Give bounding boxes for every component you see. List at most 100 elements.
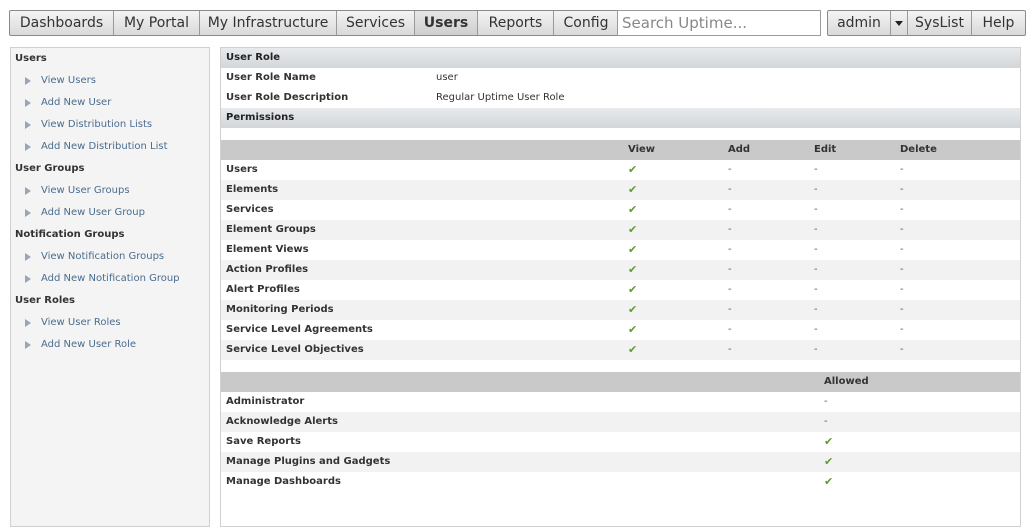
sidebar-item-view-user-groups[interactable]: View User Groups [11, 180, 209, 202]
permission-name: Service Level Objectives [226, 344, 364, 355]
arrow-right-icon [25, 143, 31, 151]
sidebar-item-add-new-user-group[interactable]: Add New User Group [11, 202, 209, 224]
tab-dashboards[interactable]: Dashboards [10, 11, 113, 35]
sidebar-item-view-distribution-lists[interactable]: View Distribution Lists [11, 114, 209, 136]
tab-my-portal[interactable]: My Portal [113, 11, 199, 35]
sidebar-item-view-users[interactable]: View Users [11, 70, 209, 92]
table-row: Monitoring Periods ✔ - - - [221, 300, 1020, 320]
privilege-name: Manage Plugins and Gadgets [226, 456, 391, 467]
permission-edit-value: - [814, 324, 818, 335]
column-view: View [628, 144, 656, 155]
tab-my-infrastructure[interactable]: My Infrastructure [199, 11, 336, 35]
permission-name: Element Groups [226, 224, 316, 235]
check-icon: ✔ [824, 455, 834, 468]
permission-add-value: - [728, 164, 732, 175]
sidebar-item-add-new-user[interactable]: Add New User [11, 92, 209, 114]
permission-delete-value: - [900, 284, 904, 295]
arrow-right-icon [25, 341, 31, 349]
arrow-right-icon [25, 99, 31, 107]
permission-add-value: - [728, 244, 732, 255]
check-icon: ✔ [628, 183, 638, 196]
table-row: Manage Plugins and Gadgets ✔ [221, 452, 1020, 472]
sidebar-item-add-new-user-role[interactable]: Add New User Role [11, 334, 209, 356]
permission-add-value: - [728, 304, 732, 315]
permission-edit-value: - [814, 204, 818, 215]
permission-delete-value: - [900, 164, 904, 175]
permission-add-value: - [728, 344, 732, 355]
user-menu-dropdown[interactable] [890, 11, 907, 35]
permission-name: Service Level Agreements [226, 324, 373, 335]
privilege-allowed-value: - [824, 396, 828, 407]
check-icon: ✔ [628, 303, 638, 316]
table-row: Action Profiles ✔ - - - [221, 260, 1020, 280]
tab-config[interactable]: Config [553, 11, 618, 35]
arrow-right-icon [25, 121, 31, 129]
sidebar-item-view-user-roles[interactable]: View User Roles [11, 312, 209, 334]
main-tab-bar: Dashboards My Portal My Infrastructure S… [9, 10, 619, 36]
arrow-right-icon [25, 275, 31, 283]
sidebar: Users View Users Add New User View Distr… [10, 47, 210, 527]
table-row: Service Level Objectives ✔ - - - [221, 340, 1020, 360]
user-role-description-value: Regular Uptime User Role [436, 92, 565, 103]
permissions-header: Permissions [221, 108, 1020, 128]
permission-add-value: - [728, 264, 732, 275]
user-role-name-value: user [436, 72, 458, 83]
column-allowed: Allowed [824, 376, 869, 387]
tab-reports[interactable]: Reports [477, 11, 553, 35]
syslist-button[interactable]: SysList [907, 11, 971, 35]
permission-delete-value: - [900, 224, 904, 235]
permission-delete-value: - [900, 304, 904, 315]
arrow-right-icon [25, 209, 31, 217]
sidebar-item-add-new-distribution-list[interactable]: Add New Distribution List [11, 136, 209, 158]
sidebar-item-view-notification-groups[interactable]: View Notification Groups [11, 246, 209, 268]
column-delete: Delete [900, 144, 937, 155]
table-row: Elements ✔ - - - [221, 180, 1020, 200]
help-button[interactable]: Help [971, 11, 1025, 35]
column-add: Add [728, 144, 751, 155]
table-row: Save Reports ✔ [221, 432, 1020, 452]
check-icon: ✔ [628, 163, 638, 176]
permission-edit-value: - [814, 244, 818, 255]
search-input[interactable] [617, 10, 821, 36]
tab-users[interactable]: Users [414, 11, 477, 35]
table-row: Users ✔ - - - [221, 160, 1020, 180]
permission-name: Element Views [226, 244, 309, 255]
permission-delete-value: - [900, 264, 904, 275]
permissions-table-header: View Add Edit Delete [221, 140, 1020, 160]
permission-delete-value: - [900, 324, 904, 335]
arrow-right-icon [25, 253, 31, 261]
user-role-header: User Role [221, 48, 1020, 68]
table-row: Administrator - [221, 392, 1020, 412]
permission-edit-value: - [814, 264, 818, 275]
permission-delete-value: - [900, 344, 904, 355]
permission-edit-value: - [814, 184, 818, 195]
allowed-table-header: Allowed [221, 372, 1020, 392]
table-row: Service Level Agreements ✔ - - - [221, 320, 1020, 340]
user-role-name-row: User Role Name user [221, 68, 1020, 88]
user-role-description-label: User Role Description [226, 92, 349, 103]
check-icon: ✔ [628, 343, 638, 356]
check-icon: ✔ [824, 475, 834, 488]
permission-name: Services [226, 204, 274, 215]
main-panel: User Role User Role Name user User Role … [220, 47, 1021, 527]
permission-edit-value: - [814, 164, 818, 175]
admin-user-button[interactable]: admin [828, 11, 890, 35]
permission-delete-value: - [900, 184, 904, 195]
arrow-right-icon [25, 319, 31, 327]
sidebar-section-notification-groups: Notification Groups [15, 229, 125, 240]
tab-services[interactable]: Services [336, 11, 414, 35]
check-icon: ✔ [628, 203, 638, 216]
check-icon: ✔ [824, 435, 834, 448]
privilege-name: Save Reports [226, 436, 301, 447]
top-navigation: Dashboards My Portal My Infrastructure S… [0, 0, 1027, 44]
table-row: Services ✔ - - - [221, 200, 1020, 220]
sidebar-item-add-new-notification-group[interactable]: Add New Notification Group [11, 268, 209, 290]
table-row: Element Groups ✔ - - - [221, 220, 1020, 240]
permission-name: Action Profiles [226, 264, 309, 275]
permission-name: Monitoring Periods [226, 304, 334, 315]
permission-delete-value: - [900, 244, 904, 255]
permission-edit-value: - [814, 344, 818, 355]
permission-name: Elements [226, 184, 279, 195]
